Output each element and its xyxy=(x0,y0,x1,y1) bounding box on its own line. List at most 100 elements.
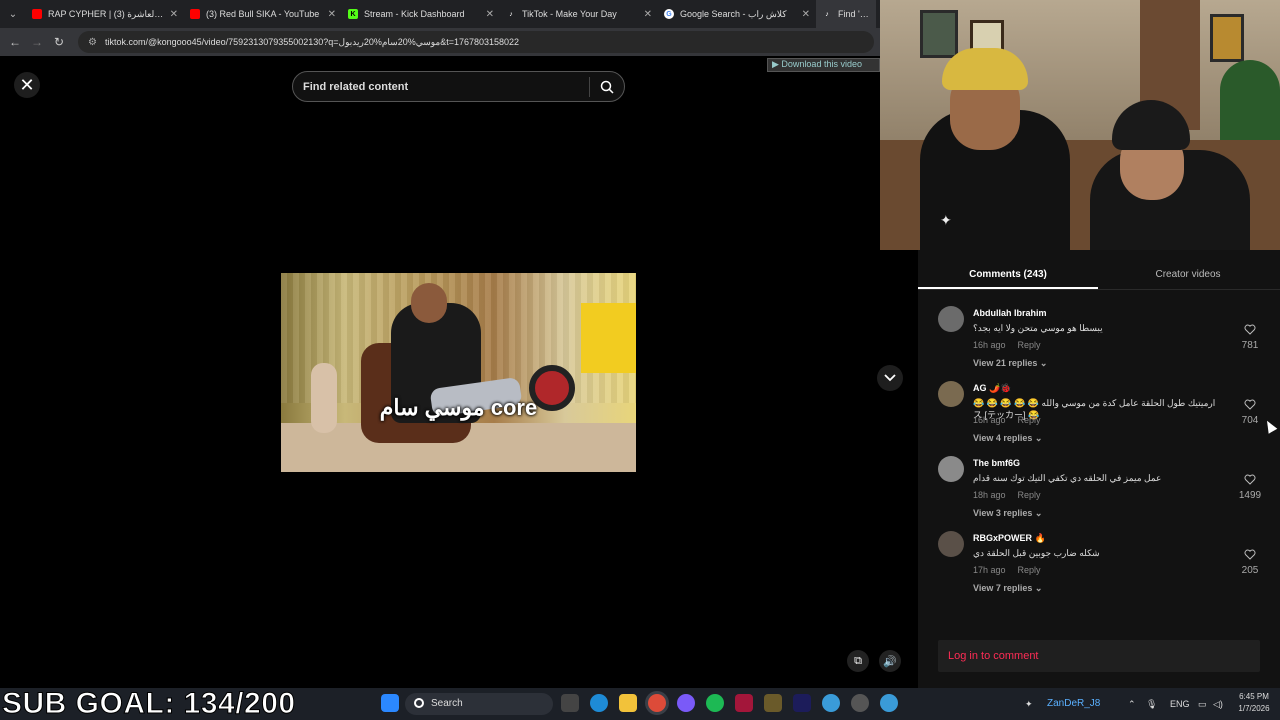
avatar[interactable] xyxy=(938,306,964,332)
comment-username[interactable]: RBGxPOWER 🔥 xyxy=(973,533,1046,544)
site-info-icon[interactable]: ⚙ xyxy=(88,37,97,48)
comment-item: RBGxPOWER 🔥 شكله ضارب جوبين قبل الحلقة دي… xyxy=(918,525,1280,600)
close-tab-icon[interactable]: ✕ xyxy=(328,9,336,20)
tab-label: TikTok - Make Your Day xyxy=(522,9,617,19)
close-tab-icon[interactable]: ✕ xyxy=(486,9,494,20)
chevron-down-icon: ⌄ xyxy=(1034,508,1043,518)
like-count: 205 xyxy=(1241,565,1259,576)
related-search-bar[interactable]: Find related content xyxy=(292,71,625,102)
taskbar-search[interactable]: Search xyxy=(405,693,553,715)
next-video-button[interactable] xyxy=(877,365,903,391)
heart-icon xyxy=(1244,474,1256,485)
view-replies-label: View 3 replies xyxy=(973,508,1033,518)
app-icon[interactable] xyxy=(822,694,840,712)
volume-icon: 🔊 xyxy=(883,655,897,668)
tiktok-video-page: ✕ موسي سام core Find related content ▶ D… xyxy=(0,56,918,688)
chrome-icon[interactable] xyxy=(648,694,666,712)
comment-meta: 18h ago Reply xyxy=(973,490,1053,500)
like-button[interactable] xyxy=(1238,322,1262,340)
tab-search-chevron-icon[interactable]: ⌄ xyxy=(0,0,26,28)
browser-tab[interactable]: (3) Red Bull SIKA - YouTube ✕ xyxy=(184,0,342,28)
task-view-icon[interactable] xyxy=(561,694,579,712)
view-replies-button[interactable]: View 4 replies ⌄ xyxy=(973,433,1042,444)
comment-username[interactable]: AG 🌶️🐞 xyxy=(973,383,1011,394)
tab-creator-videos[interactable]: Creator videos xyxy=(1098,260,1278,289)
search-button[interactable] xyxy=(590,80,624,94)
view-replies-button[interactable]: View 3 replies ⌄ xyxy=(973,508,1042,519)
comment-time: 16h ago xyxy=(973,340,1006,350)
windows-start-icon[interactable] xyxy=(381,694,399,712)
spotify-icon[interactable] xyxy=(706,694,724,712)
close-tab-icon[interactable]: ✕ xyxy=(802,9,810,20)
avatar[interactable] xyxy=(938,531,964,557)
discord-icon[interactable] xyxy=(677,694,695,712)
reload-icon[interactable]: ↻ xyxy=(48,35,70,49)
address-bar: ← → ↻ ⚙ tiktok.com/@kongooo45/video/7592… xyxy=(0,28,880,56)
edge-icon[interactable] xyxy=(590,694,608,712)
view-replies-button[interactable]: View 7 replies ⌄ xyxy=(973,583,1042,594)
close-tab-icon[interactable]: ✕ xyxy=(644,9,652,20)
search-input[interactable]: Find related content xyxy=(293,81,589,93)
webcam-painting xyxy=(1210,14,1244,62)
webcam-painting xyxy=(920,10,958,58)
premiere-icon[interactable] xyxy=(793,694,811,712)
chevron-down-icon: ⌄ xyxy=(1034,433,1043,443)
obs-icon[interactable] xyxy=(851,694,869,712)
microphone-icon[interactable]: 🎙 xyxy=(1146,688,1157,720)
comment-meta: 16h ago Reply xyxy=(973,415,1053,425)
video-player[interactable]: موسي سام core xyxy=(281,100,636,688)
like-button[interactable] xyxy=(1238,397,1262,415)
webcam-person-left-beanie xyxy=(942,48,1028,90)
like-button[interactable] xyxy=(1238,472,1262,490)
back-icon[interactable]: ← xyxy=(4,35,26,49)
tab-label: (3) Red Bull SIKA - YouTube xyxy=(206,9,320,19)
avatar[interactable] xyxy=(938,381,964,407)
panel-tabs: Comments (243) Creator videos xyxy=(918,260,1280,290)
clock-date: 1/7/2026 xyxy=(1238,704,1270,713)
comment-username[interactable]: Abdullah Ibrahim xyxy=(973,308,1047,318)
browser-tab-active[interactable]: ♪ Find 'ريدبول xyxy=(816,0,876,28)
taskbar-clock[interactable]: 6:45 PM 1/7/2026 xyxy=(1232,691,1276,715)
comment-username[interactable]: The bmf6G xyxy=(973,458,1020,468)
reply-button[interactable]: Reply xyxy=(1018,340,1041,350)
volume-button[interactable]: 🔊 xyxy=(879,650,901,672)
tray-chevron-up-icon[interactable]: ⌃ xyxy=(1128,688,1136,720)
heart-icon xyxy=(1244,549,1256,560)
app-icon[interactable] xyxy=(764,694,782,712)
comments-panel: Comments (243) Creator videos Abdullah I… xyxy=(918,250,1280,688)
tiktok-icon: ♪ xyxy=(825,10,829,18)
view-replies-label: View 21 replies xyxy=(973,358,1038,368)
browser-tab[interactable]: K Stream - Kick Dashboard ✕ xyxy=(342,0,500,28)
avatar[interactable] xyxy=(938,456,964,482)
tab-comments[interactable]: Comments (243) xyxy=(918,260,1098,289)
volume-tray-icon[interactable]: ◁) xyxy=(1213,688,1223,720)
app-icon[interactable] xyxy=(880,694,898,712)
network-icon[interactable]: ▭ xyxy=(1198,688,1207,720)
browser-tab[interactable]: ♪ TikTok - Make Your Day ✕ xyxy=(500,0,658,28)
browser-tab[interactable]: G Google Search - كلاش راب ✕ xyxy=(658,0,816,28)
chevron-down-icon: ⌄ xyxy=(1034,583,1043,593)
reply-button[interactable]: Reply xyxy=(1018,415,1041,425)
browser-tab[interactable]: RAP CYPHER | الحلقة العاشرة (3) ✕ xyxy=(26,0,184,28)
close-video-button[interactable]: ✕ xyxy=(14,72,40,98)
download-video-bar[interactable]: ▶ Download this video xyxy=(767,58,880,72)
webcam-overlay: ✦ xyxy=(880,0,1280,250)
comment-meta: 16h ago Reply xyxy=(973,340,1053,350)
like-button[interactable] xyxy=(1238,547,1262,565)
close-tab-icon[interactable]: ✕ xyxy=(170,9,178,20)
clock-time: 6:45 PM xyxy=(1239,692,1269,701)
url-field[interactable]: ⚙ tiktok.com/@kongooo45/video/7592313079… xyxy=(78,31,874,53)
reply-button[interactable]: Reply xyxy=(1018,490,1041,500)
login-to-comment-button[interactable]: Log in to comment xyxy=(938,640,1260,672)
language-indicator[interactable]: ENG xyxy=(1170,688,1190,720)
file-explorer-icon[interactable] xyxy=(619,694,637,712)
tray-user-name: ZanDeR_J8 xyxy=(1047,698,1101,709)
view-replies-button[interactable]: View 21 replies ⌄ xyxy=(973,358,1047,369)
app-icon[interactable] xyxy=(735,694,753,712)
video-person-head xyxy=(411,283,447,323)
pip-icon: ⧉ xyxy=(854,654,862,667)
reply-button[interactable]: Reply xyxy=(1018,565,1041,575)
forward-icon[interactable]: → xyxy=(26,35,48,49)
floating-player-button[interactable]: ⧉ xyxy=(847,650,869,672)
youtube-icon xyxy=(190,9,200,19)
